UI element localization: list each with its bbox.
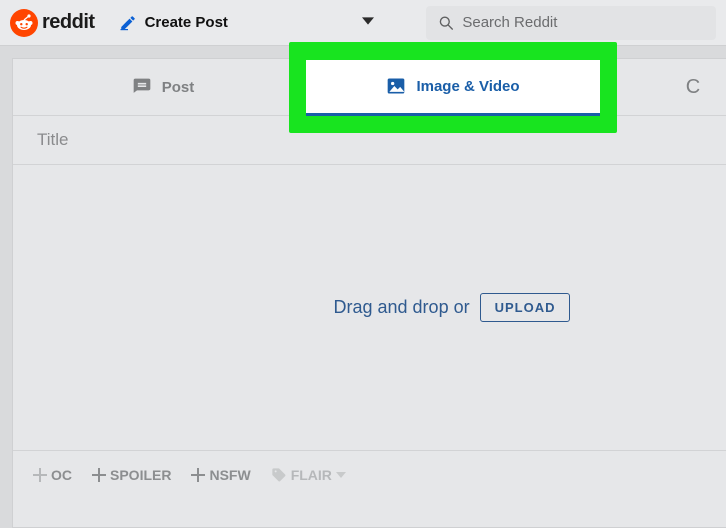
spoiler-flag-label: SPOILER [110, 467, 171, 483]
title-placeholder: Title [37, 130, 69, 150]
text-post-icon [132, 77, 152, 97]
caret-down-icon [362, 15, 374, 27]
tab-post[interactable]: Post [13, 59, 313, 115]
tab-post-label: Post [162, 79, 195, 96]
oc-flag-button[interactable]: OC [33, 467, 72, 483]
spoiler-flag-button[interactable]: SPOILER [92, 467, 171, 483]
create-post-button[interactable]: Create Post [119, 14, 228, 32]
pencil-icon [119, 14, 137, 32]
reddit-wordmark: reddit [42, 11, 95, 34]
search-input[interactable] [462, 14, 704, 31]
search-bar[interactable] [426, 6, 716, 40]
top-bar: reddit Create Post [0, 0, 726, 46]
plus-icon [191, 468, 205, 482]
flair-flag-label: FLAIR [291, 467, 332, 483]
plus-icon [33, 468, 47, 482]
community-selector-caret[interactable] [362, 14, 374, 32]
caret-down-icon [336, 470, 346, 480]
tag-icon [271, 467, 287, 483]
tutorial-highlight: Image & Video [289, 42, 617, 133]
image-icon [386, 76, 406, 96]
upload-button[interactable]: UPLOAD [480, 293, 571, 322]
reddit-snoo-icon [10, 9, 38, 37]
plus-icon [92, 468, 106, 482]
media-dropzone[interactable]: Drag and drop or UPLOAD [13, 165, 726, 451]
nsfw-flag-button[interactable]: NSFW [191, 467, 250, 483]
tab-image-video-label-hl: Image & Video [416, 78, 519, 95]
create-post-label: Create Post [145, 14, 228, 31]
nsfw-flag-label: NSFW [209, 467, 250, 483]
search-icon [438, 14, 454, 32]
reddit-logo[interactable]: reddit [10, 9, 95, 37]
tab-link-glyph: C [686, 76, 700, 99]
post-flags-row: OC SPOILER NSFW FLAIR [13, 451, 726, 499]
dropzone-text: Drag and drop or [334, 297, 470, 318]
tab-link[interactable]: C [613, 59, 726, 115]
oc-flag-label: OC [51, 467, 72, 483]
flair-flag-button[interactable]: FLAIR [271, 467, 346, 483]
tab-image-video-highlighted[interactable]: Image & Video [306, 60, 600, 116]
